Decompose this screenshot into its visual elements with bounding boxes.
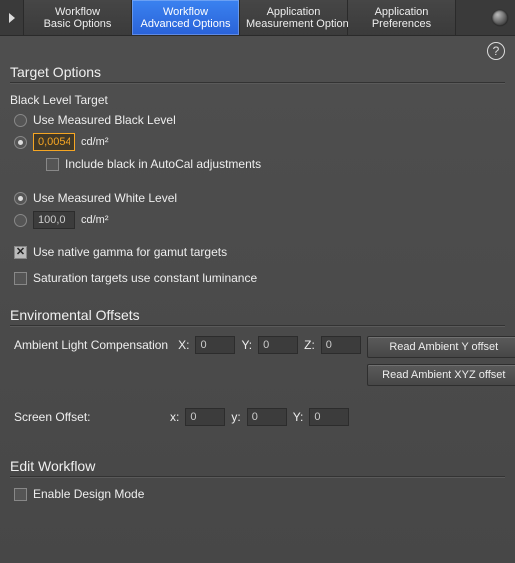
tab-label-line2: Basic Options	[30, 18, 125, 30]
label-ambient-comp: Ambient Light Compensation	[14, 338, 168, 352]
radio-white-use-measured[interactable]	[14, 192, 27, 205]
radio-black-use-measured[interactable]	[14, 114, 27, 127]
checkbox-saturation-const-luminance[interactable]: ✕	[14, 272, 27, 285]
label-ambient-z: Z:	[304, 338, 315, 352]
button-read-ambient-y[interactable]: Read Ambient Y offset	[367, 336, 515, 358]
section-title-edit-workflow: Edit Workflow	[10, 458, 505, 474]
radio-white-value[interactable]	[14, 214, 27, 227]
tab-label-line2: Measurement Options	[246, 18, 341, 30]
tab-spacer	[456, 0, 485, 35]
ambient-buttons: Read Ambient Y offset Read Ambient XYZ o…	[367, 336, 515, 386]
tab-expand-toggle[interactable]	[0, 0, 24, 35]
unit-black-level: cd/m²	[81, 136, 109, 148]
row-black-use-measured: Use Measured Black Level	[10, 113, 505, 127]
divider	[10, 476, 505, 477]
checkbox-native-gamma[interactable]: ✕	[14, 246, 27, 259]
unit-white-level: cd/m²	[81, 214, 109, 226]
tab-label-line1: Workflow	[138, 6, 233, 18]
label-screen-offset: Screen Offset:	[14, 410, 164, 424]
label-include-autocal: Include black in AutoCal adjustments	[65, 157, 261, 171]
label-native-gamma: Use native gamma for gamut targets	[33, 245, 227, 259]
label-ambient-x: X:	[178, 338, 189, 352]
divider	[10, 82, 505, 83]
label-black-use-measured: Use Measured Black Level	[33, 113, 176, 127]
help-icon: ?	[493, 44, 500, 58]
tab-label-line2: Preferences	[354, 18, 449, 30]
row-ambient-comp: Ambient Light Compensation X: Y: Z: Read…	[10, 336, 505, 386]
row-white-value: cd/m²	[10, 211, 505, 229]
tab-label-line1: Application	[246, 6, 341, 18]
row-include-autocal: ✕ Include black in AutoCal adjustments	[10, 157, 505, 171]
input-screen-y[interactable]	[247, 408, 287, 426]
checkbox-include-autocal[interactable]: ✕	[46, 158, 59, 171]
button-read-ambient-xyz[interactable]: Read Ambient XYZ offset	[367, 364, 515, 386]
input-white-level-value[interactable]	[33, 211, 75, 229]
tab-application-preferences[interactable]: Application Preferences	[348, 0, 456, 35]
black-level-target-title: Black Level Target	[10, 93, 505, 107]
label-white-use-measured: Use Measured White Level	[33, 191, 177, 205]
tab-workflow-advanced[interactable]: Workflow Advanced Options	[132, 0, 240, 35]
tab-orb-container	[485, 0, 515, 35]
divider	[10, 325, 505, 326]
radio-black-value[interactable]	[14, 136, 27, 149]
row-native-gamma: ✕ Use native gamma for gamut targets	[10, 245, 505, 259]
label-screen-y: y:	[231, 410, 240, 424]
label-design-mode: Enable Design Mode	[33, 487, 144, 501]
row-design-mode: ✕ Enable Design Mode	[10, 487, 505, 501]
input-screen-x[interactable]	[185, 408, 225, 426]
tab-application-measurement[interactable]: Application Measurement Options	[240, 0, 348, 35]
row-white-use-measured: Use Measured White Level	[10, 191, 505, 205]
chevron-right-icon	[7, 13, 17, 23]
tab-workflow-basic[interactable]: Workflow Basic Options	[24, 0, 132, 35]
content-panel: ? Target Options Black Level Target Use …	[0, 36, 515, 563]
checkbox-design-mode[interactable]: ✕	[14, 488, 27, 501]
row-black-value: cd/m²	[10, 133, 505, 151]
tab-label-line1: Application	[354, 6, 449, 18]
tab-strip: Workflow Basic Options Workflow Advanced…	[0, 0, 515, 36]
label-saturation-const-luminance: Saturation targets use constant luminanc…	[33, 271, 257, 285]
help-button[interactable]: ?	[487, 42, 505, 60]
tab-label-line2: Advanced Options	[138, 18, 233, 30]
input-ambient-z[interactable]	[321, 336, 361, 354]
row-saturation-const-luminance: ✕ Saturation targets use constant lumina…	[10, 271, 505, 285]
row-screen-offset: Screen Offset: x: y: Y:	[10, 408, 505, 426]
tab-label-line1: Workflow	[30, 6, 125, 18]
input-screen-Y2[interactable]	[309, 408, 349, 426]
status-orb-icon	[492, 10, 508, 26]
input-ambient-x[interactable]	[195, 336, 235, 354]
label-screen-x: x:	[170, 410, 179, 424]
label-screen-Y2: Y:	[293, 410, 304, 424]
input-black-level-value[interactable]	[33, 133, 75, 151]
section-title-target-options: Target Options	[10, 64, 505, 80]
label-ambient-y: Y:	[241, 338, 252, 352]
section-title-env-offsets: Enviromental Offsets	[10, 307, 505, 323]
input-ambient-y[interactable]	[258, 336, 298, 354]
